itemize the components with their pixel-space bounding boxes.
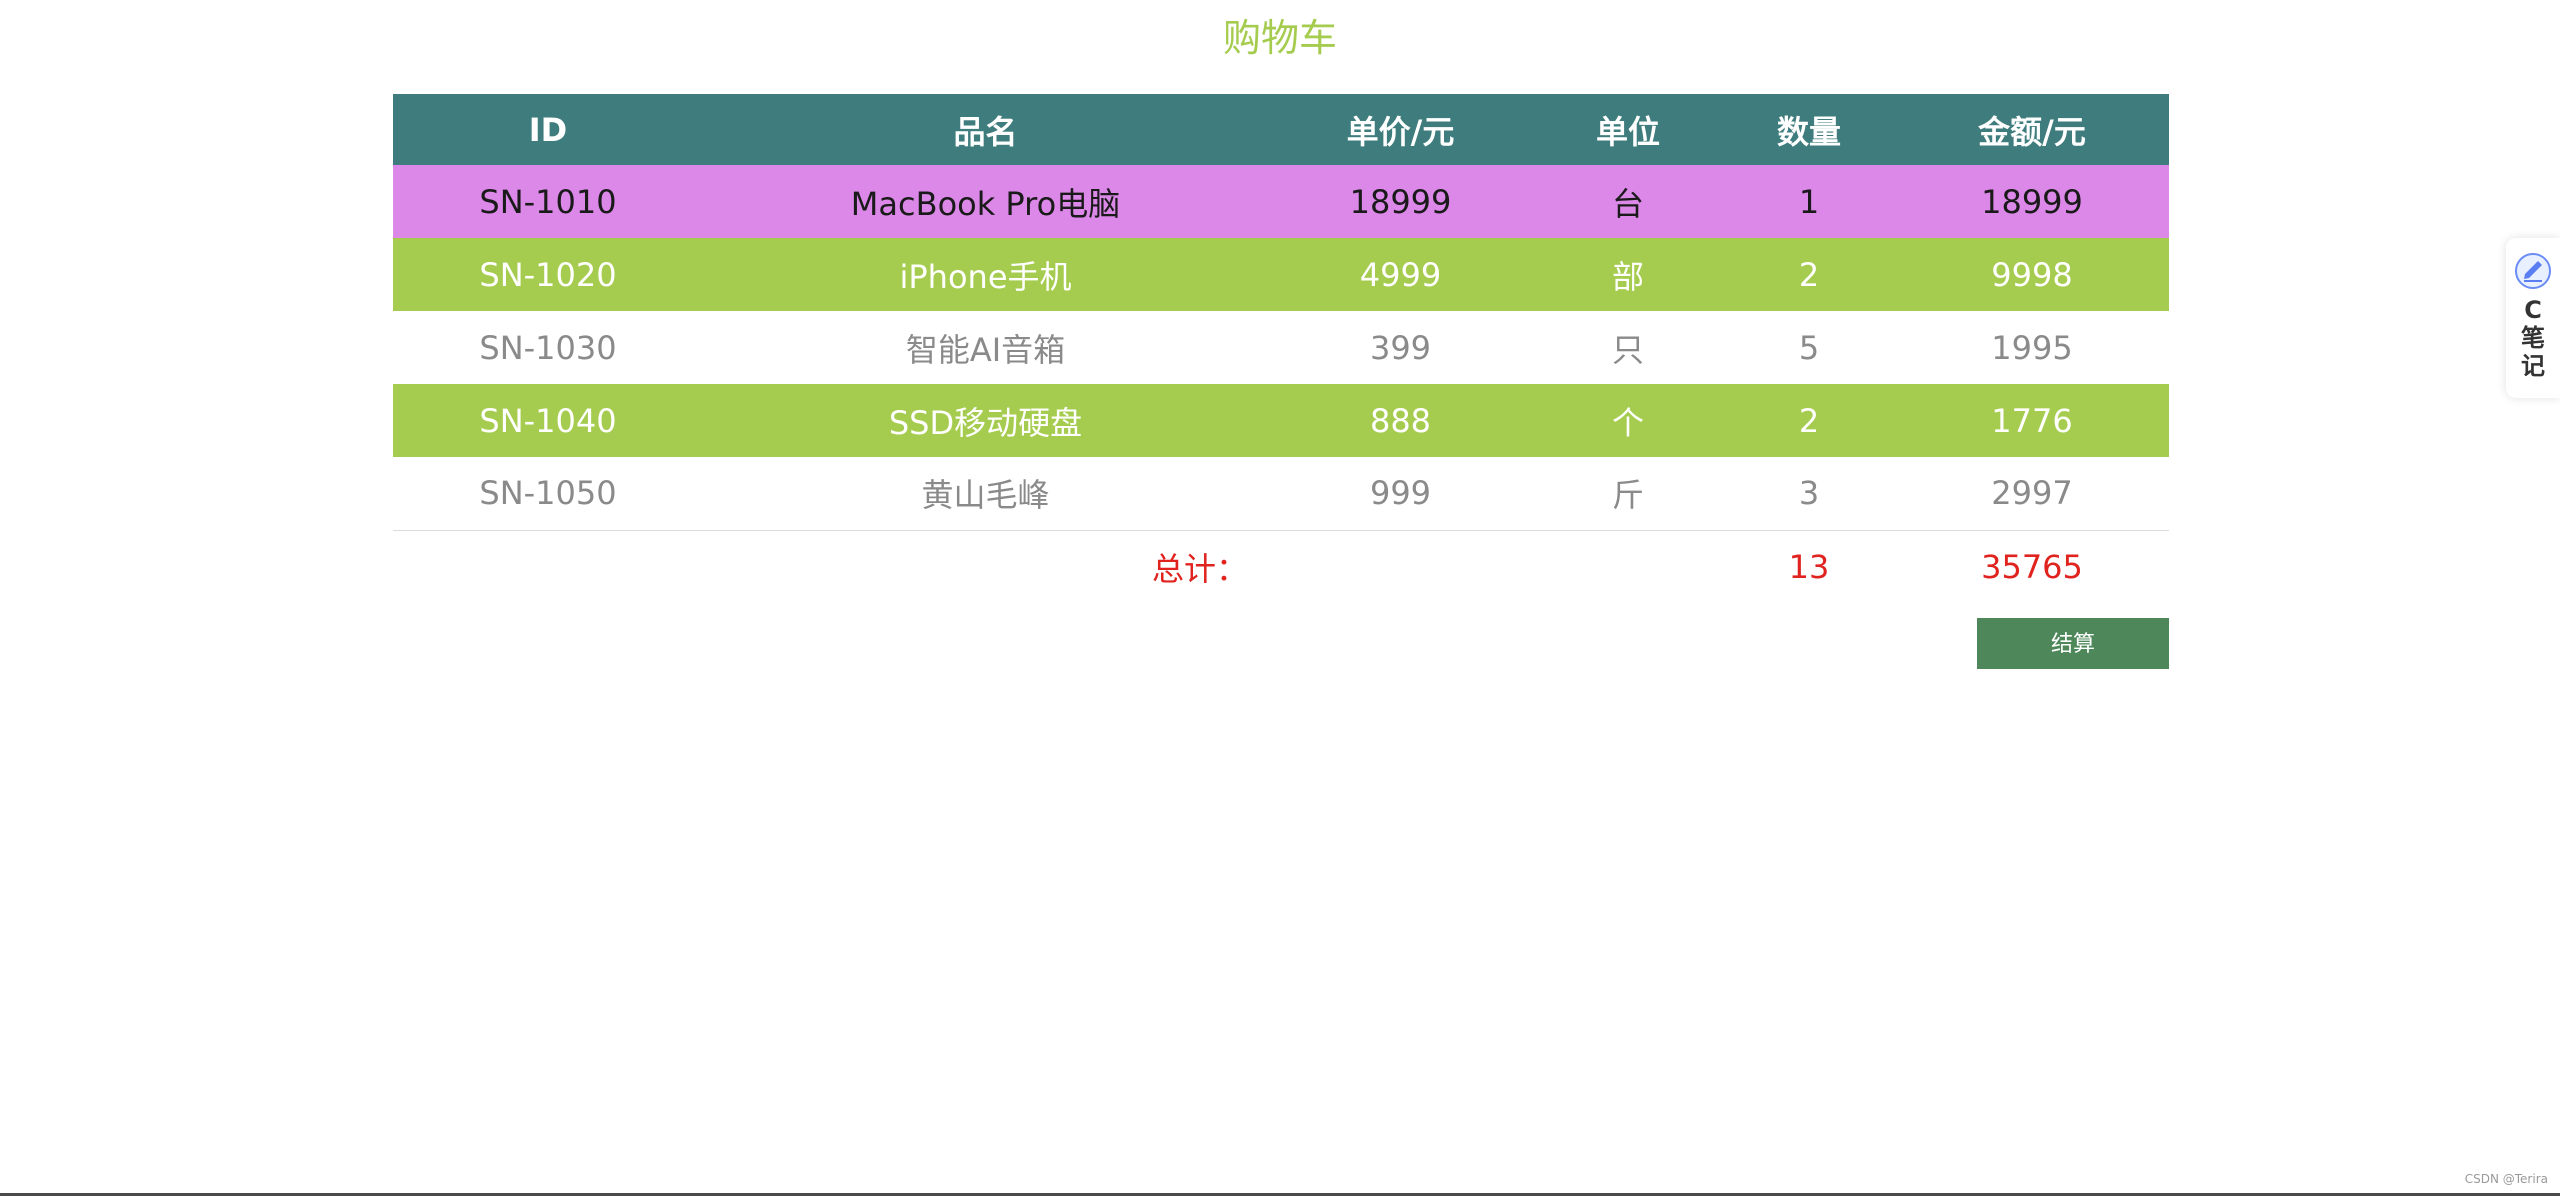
cell-price: 999 (1268, 457, 1533, 531)
table-row: SN-1040 SSD移动硬盘 888 个 2 1776 (393, 384, 2169, 457)
cell-unit: 台 (1611, 184, 1644, 223)
note-icon (2515, 253, 2551, 289)
cell-price: 4999 (1359, 255, 1442, 294)
header-unit: 单位 (1595, 112, 1660, 151)
header-price: 单价/元 (1346, 112, 1455, 151)
side-note-widget[interactable]: C笔记 (2506, 238, 2560, 398)
header-amount: 金额/元 (1978, 112, 2086, 151)
total-spacer (1533, 530, 1723, 603)
cell-name: 智能AI音箱 (905, 330, 1066, 369)
header-id: ID (528, 110, 568, 149)
watermark: CSDN @Terira (2464, 1172, 2548, 1186)
page: 购物车 ID 品名 单价/元 单位 数量 金额/元 SN-1010 MacBoo… (0, 0, 2560, 1196)
cell-name: iPhone手机 (899, 257, 1072, 296)
cell-unit: 斤 (1533, 457, 1723, 531)
cell-amount: 9998 (1991, 255, 2073, 294)
total-qty: 13 (1788, 547, 1830, 586)
table-row: SN-1020 iPhone手机 4999 部 2 9998 (393, 238, 2169, 311)
cell-qty: 2 (1798, 255, 1820, 294)
header-name: 品名 (953, 112, 1018, 151)
cell-qty: 1 (1798, 182, 1820, 221)
cell-unit: 只 (1611, 330, 1644, 369)
cell-id: SN-1040 (479, 401, 617, 440)
cell-price: 18999 (1349, 182, 1452, 221)
cell-amount: 1995 (1991, 328, 2073, 367)
cell-amount: 1776 (1991, 401, 2073, 440)
total-row: 总计： 13 35765 (393, 530, 2169, 603)
cell-unit: 个 (1611, 403, 1644, 442)
total-spacer (393, 530, 703, 603)
cell-name: 黄山毛峰 (703, 457, 1268, 531)
table-row: SN-1030 智能AI音箱 399 只 5 1995 (393, 311, 2169, 384)
cell-id: SN-1020 (479, 255, 617, 294)
cell-qty: 5 (1798, 328, 1820, 367)
cell-price: 888 (1369, 401, 1432, 440)
cell-amount: 18999 (1981, 182, 2083, 221)
table-row: SN-1010 MacBook Pro电脑 18999 台 1 18999 (393, 165, 2169, 238)
total-spacer (1268, 530, 1533, 603)
cell-id: SN-1050 (393, 457, 703, 531)
cell-name: MacBook Pro电脑 (850, 184, 1121, 223)
cell-amount: 2997 (1895, 457, 2169, 531)
cell-unit: 部 (1611, 257, 1644, 296)
table-header-row: ID 品名 单价/元 单位 数量 金额/元 (393, 94, 2169, 165)
table-row: SN-1050 黄山毛峰 999 斤 3 2997 (393, 457, 2169, 531)
cell-id: SN-1030 (479, 328, 617, 367)
total-label: 总计： (1151, 549, 1248, 588)
side-note-label: C笔记 (2521, 296, 2545, 380)
cart-table: ID 品名 单价/元 单位 数量 金额/元 SN-1010 MacBook Pr… (393, 94, 2169, 603)
page-title: 购物车 (1222, 16, 1337, 60)
total-amount: 35765 (1981, 547, 2083, 586)
cell-qty: 3 (1723, 457, 1895, 531)
cell-id: SN-1010 (479, 182, 617, 221)
cell-price: 399 (1369, 328, 1432, 367)
cell-qty: 2 (1798, 401, 1820, 440)
checkout-button[interactable]: 结算 (1977, 618, 2169, 669)
cell-name: SSD移动硬盘 (888, 403, 1083, 442)
header-qty: 数量 (1776, 112, 1841, 151)
